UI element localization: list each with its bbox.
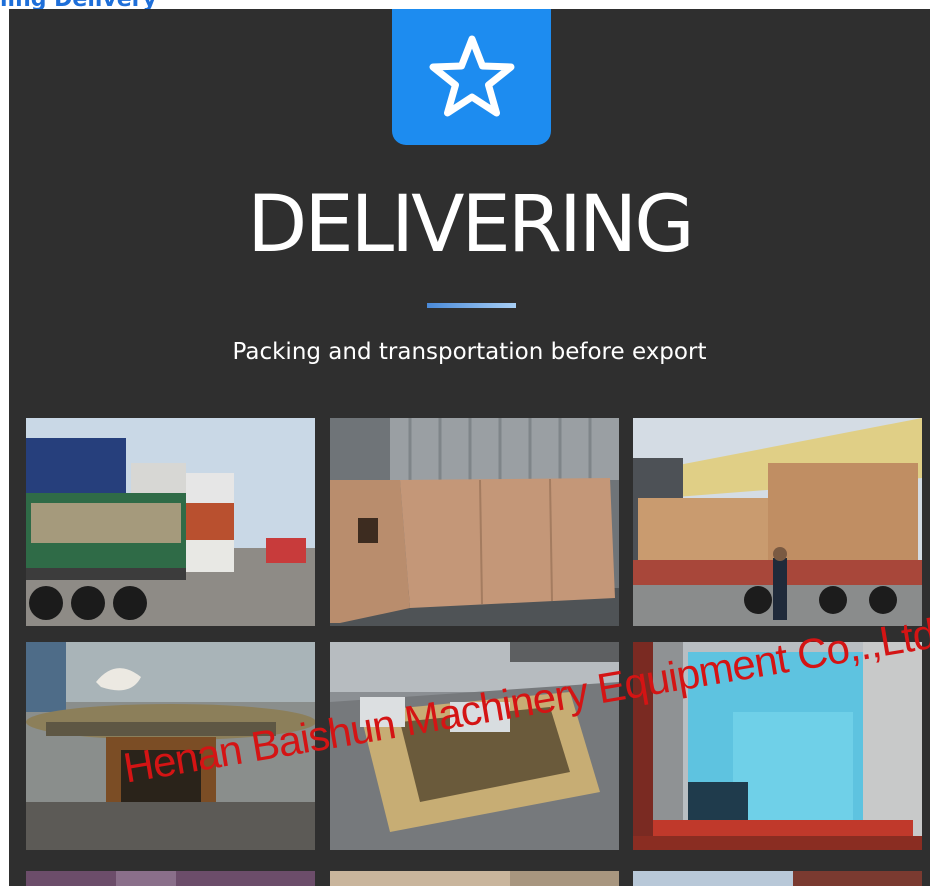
section-subtitle: Packing and transportation before export [232,339,707,365]
photo-row3-right [633,871,922,886]
photo-wooden-crate-warehouse [330,418,619,626]
photo-row3-middle [330,871,619,886]
photo-truck-containers [26,418,315,626]
photo-crates-on-trailer [633,418,922,626]
title-divider [427,303,516,308]
star-icon [429,35,514,117]
section-title: DELIVERING [247,180,694,270]
photo-row3-left [26,871,315,886]
star-badge [392,9,551,145]
